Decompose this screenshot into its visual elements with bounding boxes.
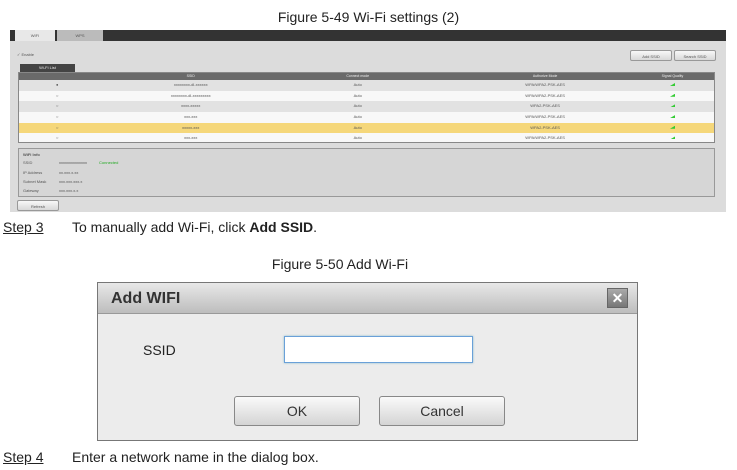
row-auth: WPA/WPA2-PSK-AES [525, 82, 565, 87]
figure-caption-1: Figure 5-49 Wi-Fi settings (2) [277, 9, 460, 25]
tab-wps[interactable]: WPS [57, 30, 103, 41]
table-row[interactable]: ● xxxxxxxx-dl-xxxxxx Auto WPA/WPA2-PSK-AES [19, 80, 714, 91]
table-row[interactable]: ○ xxxxx-xxx Auto WPA2-PSK-AES [19, 122, 714, 134]
table-row[interactable]: ○ xxx-xxx Auto WPA/WPA2-PSK-AES [19, 133, 714, 142]
col-signal: Signal Quality [661, 74, 684, 78]
signal-icon [631, 123, 714, 134]
add-ssid-button[interactable]: Add SSID [630, 50, 672, 61]
row-ssid: xxx-xxx [184, 135, 198, 141]
step-text: Enter a network name in the dialog box. [72, 449, 319, 465]
row-auth: WPA2-PSK-AES [530, 103, 560, 109]
row-ssid: xxx-xxx [184, 114, 198, 120]
search-ssid-button[interactable]: Search SSID [674, 50, 716, 61]
wifi-settings-screenshot: WIFI WPS ✓ Enable Add SSID Search SSID W… [10, 30, 726, 212]
row-ssid: xxxxx-xxx [182, 124, 200, 130]
wifi-info-panel: WiFi Info SSID xxxxxxxxxxxxxx Connected … [18, 148, 715, 197]
row-mode: Auto [353, 103, 362, 109]
table-row[interactable]: ○ xxxx-xxxxx Auto WPA2-PSK-AES [19, 101, 714, 113]
close-icon[interactable]: ✕ [607, 288, 628, 308]
row-auth: WPA2-PSK-AES [530, 124, 560, 130]
row-auth: WPA/WPA2-PSK-AES [525, 135, 565, 141]
step-text: To manually add Wi-Fi, click [72, 219, 250, 235]
step-label: Step 4 [3, 449, 44, 465]
tab-wifi[interactable]: WIFI [15, 30, 55, 41]
row-ssid: xxxxxxxx-dl-xxxxxx [173, 82, 208, 87]
row-mode: Auto [353, 114, 362, 120]
wifi-list-tab[interactable]: Wi-Fi List [20, 64, 75, 72]
row-ssid: xxxx-xxxxx [181, 103, 201, 109]
row-ssid: xxxxxxxx-dl-xxxxxxxxx [170, 92, 211, 98]
signal-icon [631, 133, 714, 142]
step-3: Step 3 To manually add Wi-Fi, click Add … [0, 219, 737, 237]
row-mode: Auto [353, 124, 362, 130]
add-wifi-dialog: Add WIFI ✕ SSID OK Cancel [97, 282, 638, 441]
gateway-label: Gateway [23, 188, 39, 193]
row-radio[interactable]: ○ [19, 91, 95, 102]
refresh-button[interactable]: Refresh [17, 200, 59, 211]
tab-bar [10, 30, 726, 41]
status-text: Connected [99, 160, 119, 165]
enable-checkbox[interactable]: ✓ Enable [17, 52, 34, 57]
mask-label: Subnet Mask [23, 179, 47, 184]
col-connect-mode: Connect mode [346, 74, 370, 78]
row-auth: WPA/WPA2-PSK-AES [525, 92, 565, 98]
row-radio[interactable]: ○ [19, 112, 95, 123]
signal-icon [631, 91, 714, 102]
ssid-label: SSID [23, 160, 33, 165]
ip-label: IP Address [23, 170, 43, 175]
info-title: WiFi Info [23, 152, 40, 157]
table-header: SSID Connect mode Authorize Mode Signal … [19, 73, 714, 80]
enable-label: Enable [21, 52, 34, 57]
row-auth: WPA/WPA2-PSK-AES [525, 114, 565, 120]
gateway-value: xxx.xxx.x.x [59, 188, 79, 193]
row-radio[interactable]: ○ [19, 123, 95, 134]
step-bold: Add SSID [249, 219, 314, 235]
signal-icon [631, 80, 714, 91]
row-mode: Auto [353, 135, 362, 141]
cancel-button[interactable]: Cancel [379, 396, 505, 426]
ssid-value: xxxxxxxxxxxxxx [59, 160, 87, 165]
ok-button[interactable]: OK [234, 396, 360, 426]
wifi-table: SSID Connect mode Authorize Mode Signal … [18, 72, 715, 143]
col-ssid: SSID [186, 74, 195, 78]
col-authorize-mode: Authorize Mode [532, 74, 558, 78]
ip-value: xx.xxx.x.xx [59, 170, 79, 175]
table-row[interactable]: ○ xxxxxxxx-dl-xxxxxxxxx Auto WPA/WPA2-PSK-A… [19, 90, 714, 102]
row-radio[interactable]: ○ [19, 133, 95, 142]
ssid-label: SSID [143, 342, 176, 358]
row-mode: Auto [353, 82, 362, 87]
signal-icon [631, 101, 714, 112]
step-end: . [313, 219, 318, 235]
ssid-input[interactable] [284, 336, 473, 363]
mask-value: xxx.xxx.xxx.x [59, 179, 83, 184]
table-row[interactable]: ○ xxx-xxx Auto WPA/WPA2-PSK-AES [19, 112, 714, 123]
figure-caption-2: Figure 5-50 Add Wi-Fi [271, 256, 409, 272]
signal-icon [631, 112, 714, 123]
step-4: Step 4 Enter a network name in the dialo… [0, 449, 737, 467]
step-label: Step 3 [3, 219, 44, 235]
row-radio[interactable]: ● [19, 80, 95, 91]
col-select [19, 73, 95, 80]
row-mode: Auto [353, 92, 362, 98]
dialog-title: Add WIFI [98, 283, 637, 314]
row-radio[interactable]: ○ [19, 101, 95, 112]
